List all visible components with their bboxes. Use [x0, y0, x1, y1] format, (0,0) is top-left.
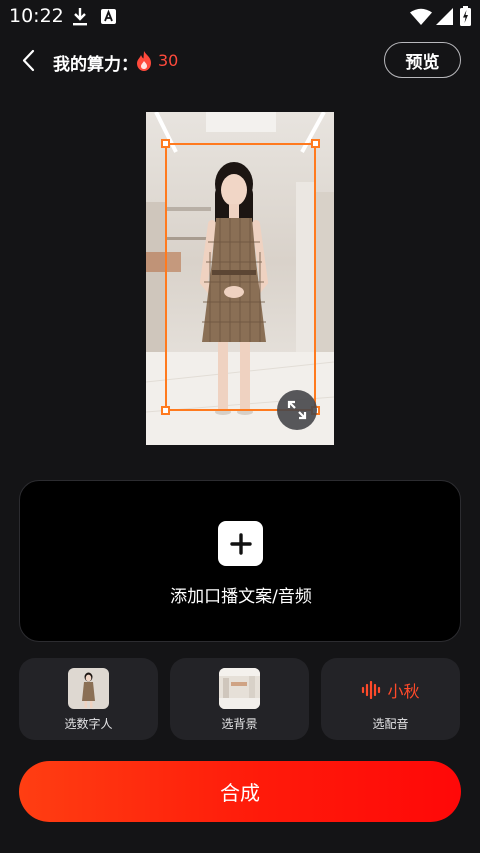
download-icon [73, 8, 87, 26]
select-background-option[interactable]: 选背景 [170, 658, 309, 740]
voice-selection: 小秋 [321, 678, 460, 702]
signal-icon [436, 8, 453, 25]
add-script-card[interactable]: 添加口播文案/音频 [19, 480, 461, 642]
battery-charging-icon [460, 6, 471, 26]
wifi-icon [410, 8, 432, 25]
select-avatar-label: 选数字人 [64, 717, 113, 731]
quota-value: 30 [158, 51, 179, 70]
quota-label: 我的算力： [53, 55, 138, 75]
preview-button[interactable]: 预览 [384, 42, 461, 78]
resize-handle-top-left[interactable] [161, 139, 170, 148]
select-voice-label: 选配音 [372, 717, 409, 731]
back-button[interactable] [14, 46, 46, 76]
background-thumbnail [219, 668, 260, 709]
resize-handle-bottom-left[interactable] [161, 406, 170, 415]
screen: 10:22 我的算力： 30 预览 添加口播文案/音频 选数字人 选背景 小秋 … [0, 0, 480, 853]
chevron-left-icon [22, 49, 35, 72]
add-script-button[interactable] [218, 521, 263, 566]
select-voice-option[interactable]: 小秋 选配音 [321, 658, 460, 740]
selection-box[interactable] [165, 143, 316, 411]
select-background-label: 选背景 [221, 717, 258, 731]
plus-icon [229, 532, 252, 555]
compose-button[interactable]: 合成 [19, 761, 461, 822]
expand-icon [287, 400, 307, 420]
keyboard-a-icon [101, 9, 116, 24]
add-script-label: 添加口播文案/音频 [170, 587, 312, 607]
status-bar: 10:22 [0, 0, 480, 34]
expand-button[interactable] [277, 390, 317, 430]
select-avatar-option[interactable]: 选数字人 [19, 658, 158, 740]
resize-handle-top-right[interactable] [311, 139, 320, 148]
status-time: 10:22 [9, 5, 64, 27]
fire-icon [137, 51, 151, 71]
sound-wave-icon [362, 681, 381, 699]
voice-name: 小秋 [387, 682, 420, 701]
avatar-thumbnail [68, 668, 109, 709]
